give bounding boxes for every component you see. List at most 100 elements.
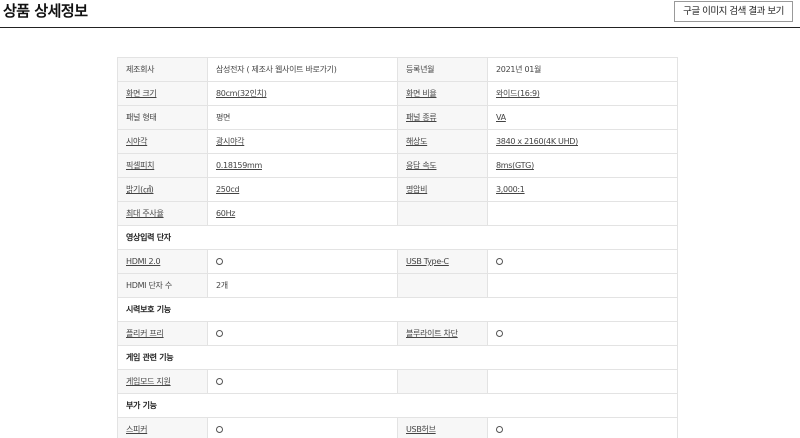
spec-label[interactable]: 해상도 — [397, 129, 488, 154]
spec-label-text[interactable]: 화면 크기 — [126, 89, 157, 98]
spec-value[interactable]: 3,000:1 — [487, 177, 678, 202]
spec-row: 제조회사 삼성전자 ( 제조사 웹사이트 바로가기) 등록년월 2021년 01월 — [117, 57, 678, 82]
spec-label-text[interactable]: 해상도 — [406, 137, 427, 146]
spec-row: 스피커 USB허브 — [117, 417, 678, 438]
spec-value — [487, 369, 678, 394]
spec-label[interactable]: 시야각 — [117, 129, 208, 154]
spec-label-text[interactable]: 게임모드 지원 — [126, 377, 171, 386]
spec-label: HDMI 단자 수 — [117, 273, 208, 298]
spec-value — [487, 201, 678, 226]
spec-label[interactable]: USB허브 — [397, 417, 488, 438]
spec-value — [207, 321, 398, 346]
spec-value[interactable]: 와이드(16:9) — [487, 81, 678, 106]
spec-row: 패널 형태 평면 패널 종류 VA — [117, 105, 678, 130]
supported-circle-icon — [496, 330, 503, 337]
supported-circle-icon — [216, 330, 223, 337]
spec-section-row: 게임 관련 기능 — [117, 345, 678, 370]
spec-table: 제조회사 삼성전자 ( 제조사 웹사이트 바로가기) 등록년월 2021년 01월화면… — [117, 57, 678, 438]
spec-label[interactable]: 블루라이트 차단 — [397, 321, 488, 346]
spec-label[interactable]: 최대 주사율 — [117, 201, 208, 226]
google-image-search-button[interactable]: 구글 이미지 검색 결과 보기 — [674, 1, 793, 22]
spec-value — [207, 417, 398, 438]
spec-label: 패널 형태 — [117, 105, 208, 130]
spec-label-text: HDMI 단자 수 — [126, 281, 172, 290]
spec-section-label: 시력보호 기능 — [117, 297, 678, 322]
spec-value-text[interactable]: 250cd — [216, 185, 240, 194]
spec-label-text[interactable]: 시야각 — [126, 137, 147, 146]
spec-row: HDMI 2.0 USB Type-C — [117, 249, 678, 274]
spec-label-text[interactable]: 명암비 — [406, 185, 427, 194]
spec-row: 시야각 광시야각 해상도 3840 x 2160(4K UHD) — [117, 129, 678, 154]
spec-label-text[interactable]: 스피커 — [126, 425, 147, 434]
spec-label[interactable]: 플리커 프리 — [117, 321, 208, 346]
spec-row: 최대 주사율 60Hz — [117, 201, 678, 226]
spec-section-label: 부가 기능 — [117, 393, 678, 418]
spec-label-text[interactable]: 응답 속도 — [406, 161, 437, 170]
spec-value[interactable]: 60Hz — [207, 201, 398, 226]
supported-circle-icon — [496, 426, 503, 433]
spec-value-text[interactable]: 0.18159mm — [216, 161, 262, 170]
spec-label-text[interactable]: HDMI 2.0 — [126, 257, 161, 266]
spec-value-text[interactable]: 80cm(32인치) — [216, 89, 267, 98]
spec-label[interactable]: 스피커 — [117, 417, 208, 438]
spec-label-text[interactable]: 최대 주사율 — [126, 209, 164, 218]
spec-label[interactable]: USB Type-C — [397, 249, 488, 274]
spec-label — [397, 273, 488, 298]
spec-value-text[interactable]: 60Hz — [216, 209, 236, 218]
spec-label[interactable]: 패널 종류 — [397, 105, 488, 130]
spec-label[interactable]: 게임모드 지원 — [117, 369, 208, 394]
spec-label-text[interactable]: USB Type-C — [406, 257, 449, 266]
spec-value-text[interactable]: 3840 x 2160(4K UHD) — [496, 137, 578, 146]
spec-section-label: 게임 관련 기능 — [117, 345, 678, 370]
spec-value: 2021년 01월 — [487, 57, 678, 82]
spec-value-text: 2021년 01월 — [496, 65, 542, 74]
spec-label-text[interactable]: 픽셀피치 — [126, 161, 155, 170]
spec-label-text: 패널 형태 — [126, 113, 157, 122]
spec-value-text: 2개 — [216, 281, 228, 290]
spec-value — [487, 321, 678, 346]
spec-label-text[interactable]: 블루라이트 차단 — [406, 329, 458, 338]
spec-label[interactable]: 픽셀피치 — [117, 153, 208, 178]
spec-label-text[interactable]: 플리커 프리 — [126, 329, 164, 338]
spec-label[interactable]: 명암비 — [397, 177, 488, 202]
page-header: 상품 상세정보 구글 이미지 검색 결과 보기 — [0, 0, 800, 28]
spec-value: 평면 — [207, 105, 398, 130]
spec-value[interactable]: 0.18159mm — [207, 153, 398, 178]
spec-label[interactable]: 화면 크기 — [117, 81, 208, 106]
spec-label[interactable]: 화면 비율 — [397, 81, 488, 106]
spec-value-text[interactable]: 3,000:1 — [496, 185, 525, 194]
spec-label-text: 등록년월 — [406, 65, 435, 74]
spec-value[interactable]: 광시야각 — [207, 129, 398, 154]
spec-row: 밝기(㎠) 250cd 명암비 3,000:1 — [117, 177, 678, 202]
spec-row: HDMI 단자 수 2개 — [117, 273, 678, 298]
spec-value[interactable]: 80cm(32인치) — [207, 81, 398, 106]
spec-label: 제조회사 — [117, 57, 208, 82]
spec-value[interactable]: 8ms(GTG) — [487, 153, 678, 178]
spec-section-label: 영상입력 단자 — [117, 225, 678, 250]
spec-label — [397, 369, 488, 394]
spec-value[interactable]: 250cd — [207, 177, 398, 202]
spec-value — [487, 273, 678, 298]
spec-label[interactable]: HDMI 2.0 — [117, 249, 208, 274]
spec-value-text[interactable]: 와이드(16:9) — [496, 89, 540, 98]
spec-label[interactable]: 응답 속도 — [397, 153, 488, 178]
spec-value-text: 평면 — [216, 113, 231, 122]
spec-label-text[interactable]: 패널 종류 — [406, 113, 437, 122]
spec-label-text[interactable]: 화면 비율 — [406, 89, 437, 98]
spec-value-text[interactable]: 광시야각 — [216, 137, 245, 146]
spec-label[interactable]: 밝기(㎠) — [117, 177, 208, 202]
spec-row: 화면 크기 80cm(32인치) 화면 비율 와이드(16:9) — [117, 81, 678, 106]
spec-value-text[interactable]: VA — [496, 113, 506, 122]
spec-section-row: 시력보호 기능 — [117, 297, 678, 322]
spec-label — [397, 201, 488, 226]
spec-label-text: 제조회사 — [126, 65, 155, 74]
page-title: 상품 상세정보 — [3, 2, 88, 20]
spec-label-text[interactable]: 밝기(㎠) — [126, 185, 154, 194]
spec-value[interactable]: VA — [487, 105, 678, 130]
supported-circle-icon — [216, 426, 223, 433]
spec-value-text[interactable]: 8ms(GTG) — [496, 161, 534, 170]
spec-label-text[interactable]: USB허브 — [406, 425, 436, 434]
spec-value: 삼성전자 ( 제조사 웹사이트 바로가기) — [207, 57, 398, 82]
spec-value — [207, 369, 398, 394]
spec-value[interactable]: 3840 x 2160(4K UHD) — [487, 129, 678, 154]
